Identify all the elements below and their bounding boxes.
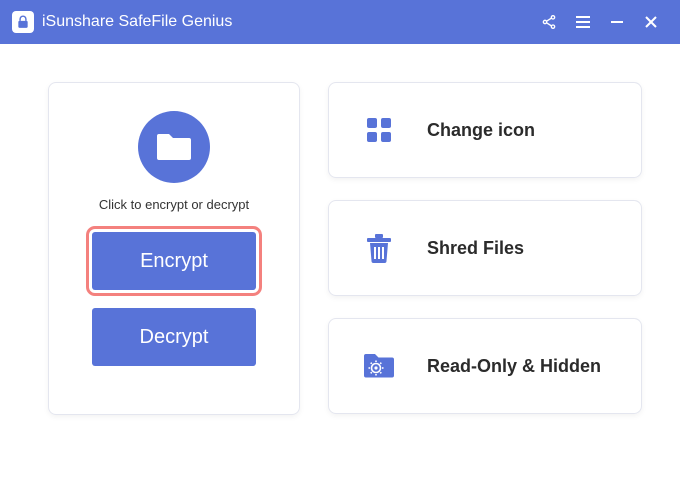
grid-icon	[365, 116, 393, 144]
encrypt-decrypt-card: Click to encrypt or decrypt Encrypt Decr…	[48, 82, 300, 415]
encrypt-button[interactable]: Encrypt	[92, 232, 256, 290]
change-icon-label: Change icon	[427, 119, 535, 142]
close-icon	[644, 15, 658, 29]
menu-icon	[575, 15, 591, 29]
options-column: Change icon Shred Files	[328, 82, 642, 415]
titlebar: iSunshare SafeFile Genius	[0, 0, 680, 44]
folder-circle[interactable]	[138, 111, 210, 183]
lock-icon	[16, 15, 30, 29]
shred-files-label: Shred Files	[427, 237, 524, 260]
decrypt-button[interactable]: Decrypt	[92, 308, 256, 366]
folder-gear-icon	[362, 352, 396, 380]
folder-icon	[155, 132, 193, 162]
minimize-icon	[610, 15, 624, 29]
readonly-hidden-label: Read-Only & Hidden	[427, 355, 601, 378]
change-icon-card[interactable]: Change icon	[328, 82, 642, 178]
hint-text: Click to encrypt or decrypt	[99, 197, 249, 212]
shred-files-card[interactable]: Shred Files	[328, 200, 642, 296]
trash-icon	[365, 232, 393, 264]
app-title: iSunshare SafeFile Genius	[42, 13, 532, 31]
minimize-button[interactable]	[600, 0, 634, 44]
share-icon	[541, 14, 557, 30]
app-logo	[12, 11, 34, 33]
menu-button[interactable]	[566, 0, 600, 44]
share-button[interactable]	[532, 0, 566, 44]
readonly-hidden-card[interactable]: Read-Only & Hidden	[328, 318, 642, 414]
content-area: Click to encrypt or decrypt Encrypt Decr…	[0, 44, 680, 445]
close-button[interactable]	[634, 0, 668, 44]
